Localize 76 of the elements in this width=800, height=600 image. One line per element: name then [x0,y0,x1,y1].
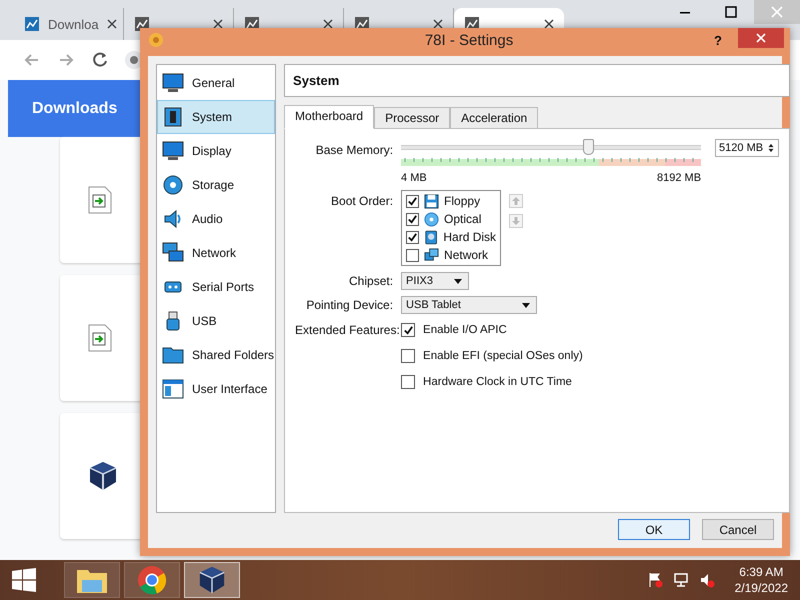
taskbar-button[interactable] [124,562,180,598]
close-icon[interactable] [323,19,333,29]
sidebar-item[interactable]: Network [157,236,276,270]
monitor-icon [162,72,184,94]
sidebar-item[interactable]: Storage [157,168,276,202]
field-label: Base Memory: [314,143,394,157]
chart-icon [24,16,40,32]
clock[interactable]: 6:39 AM 2/19/2022 [734,564,788,596]
checkbox[interactable] [406,230,420,244]
close-icon[interactable] [738,28,784,48]
close-icon[interactable] [106,19,117,29]
slider-thumb[interactable] [582,139,594,155]
disk-icon [162,174,184,196]
clock-date: 2/19/2022 [734,580,788,596]
sidebar-item[interactable]: Shared Folders [157,338,276,372]
boot-device-label: Hard Disk [443,230,496,244]
caret-icon [454,278,462,284]
taskbar-button[interactable] [184,562,240,598]
min-label: 4 MB [401,172,427,184]
chip-icon [162,106,184,128]
field-label: Boot Order: [330,194,394,208]
chipset-dropdown[interactable]: PIIX3 [401,272,470,290]
field-label: Pointing Device: [305,298,394,312]
cube-icon [198,565,226,595]
checkbox[interactable] [406,212,420,226]
gear-icon [148,32,164,48]
sidebar-item[interactable]: Serial Ports [157,270,276,304]
start-icon[interactable] [12,568,36,592]
sidebar-item[interactable]: User Interface [157,372,276,406]
help-button[interactable]: ? [714,32,722,48]
network-icon[interactable] [672,572,689,588]
sidebar-item[interactable]: Audio [157,202,276,236]
browser-icon [137,565,167,595]
checkbox[interactable] [401,349,416,363]
window-title: 78I - Settings [424,32,514,48]
tab[interactable]: Processor [374,107,450,129]
checkbox-label: Hardware Clock in UTC Time [423,376,572,388]
sidebar-item[interactable]: USB [157,304,276,338]
caret-icon [522,302,530,308]
checkbox[interactable] [406,248,420,262]
field-label: Chipset: [348,274,394,288]
flag-icon[interactable] [646,572,663,588]
memory-spinbox[interactable]: 5120 MB [715,139,780,157]
network-icon [162,242,184,264]
checkbox[interactable] [401,323,416,337]
taskbar-button[interactable] [64,562,120,598]
checkbox[interactable] [406,194,420,208]
sidebar-item[interactable]: System [157,100,276,134]
checkbox-label: Enable I/O APIC [423,324,507,336]
network-icon [424,248,440,262]
tab[interactable]: Acceleration [450,107,538,129]
boot-device-label: Optical [444,212,482,226]
ok-button[interactable]: OK [618,519,690,540]
max-label: 8192 MB [657,172,702,184]
clock-time: 6:39 AM [739,564,784,580]
checkbox-label: Enable EFI (special OSes only) [423,350,583,362]
checkbox[interactable] [401,375,416,389]
muted-speaker-icon[interactable] [698,572,715,588]
sidebar-item[interactable]: Display [157,134,276,168]
tab[interactable]: Motherboard [284,105,374,129]
file-icon [88,324,112,352]
boot-device-label: Network [444,248,488,262]
cube-icon [88,460,118,492]
section-title: System [284,64,790,97]
close-icon[interactable] [213,19,223,29]
close-icon[interactable] [544,19,554,29]
close-icon[interactable] [433,19,443,29]
pointing-device-dropdown[interactable]: USB Tablet [401,296,538,314]
file-icon [88,186,112,214]
boot-device-label: Floppy [444,194,480,208]
tab-title: Downloa [48,16,99,32]
optical-disc-icon [424,212,440,226]
ui-icon [162,378,184,400]
cancel-button[interactable]: Cancel [702,519,774,540]
field-label: Extended Features: [295,323,400,337]
monitor-icon [162,140,184,162]
